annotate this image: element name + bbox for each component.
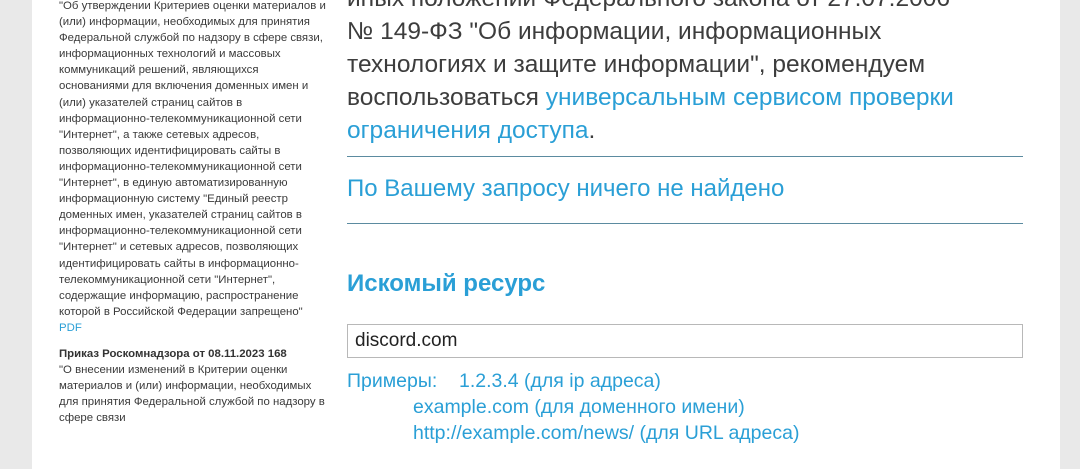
notice-text: иных положений Федерального закона от 27… — [347, 0, 1024, 147]
notice-end: . — [588, 117, 596, 144]
document-description: "Об утверждении Критериев оценки материа… — [59, 0, 327, 336]
example-url: http://example.com/news/ (для URL адреса… — [413, 422, 800, 444]
examples-block: Примеры: 1.2.3.4 (для ip адреса) example.… — [347, 368, 799, 446]
divider — [347, 223, 1023, 224]
no-results-message: По Вашему запросу ничего не найдено — [347, 175, 785, 202]
resource-heading: Искомый ресурс — [347, 270, 546, 297]
examples-label: Примеры: — [347, 370, 438, 392]
example-ip: 1.2.3.4 (для ip адреса) — [459, 370, 661, 392]
pdf-link[interactable]: PDF — [59, 322, 82, 334]
resource-search-input[interactable] — [347, 324, 1023, 358]
document-description: "О внесении изменений в Критерии оценки … — [59, 364, 325, 425]
example-domain: example.com (для доменного имени) — [413, 396, 745, 418]
divider — [347, 156, 1023, 157]
sidebar-documents: "Об утверждении Критериев оценки материа… — [59, 0, 327, 426]
notice-top-line: иных положений Федерального закона от 27… — [347, 0, 950, 12]
page-container: "Об утверждении Критериев оценки материа… — [32, 0, 1060, 469]
document-title: Приказ Роскомнадзора от 08.11.2023 168 — [59, 347, 287, 360]
document-description-text: "Об утверждении Критериев оценки материа… — [59, 0, 326, 318]
